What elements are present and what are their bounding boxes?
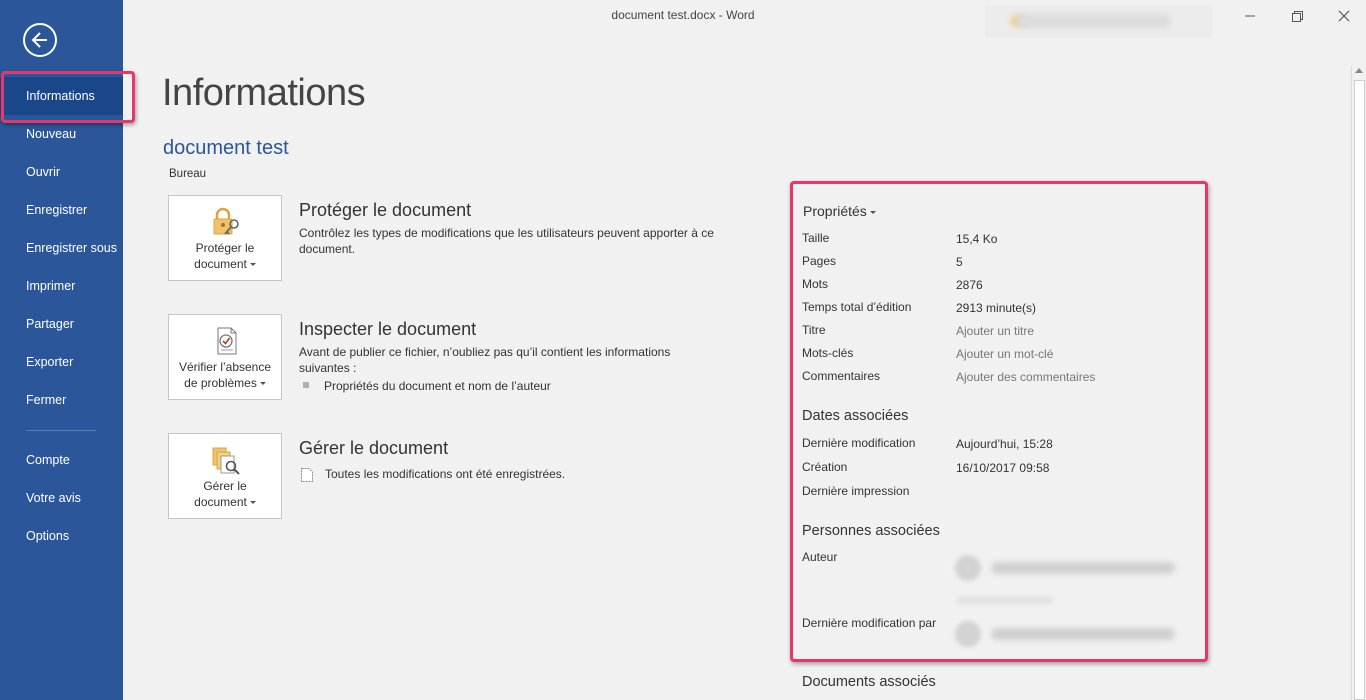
chevron-down-icon <box>249 263 256 267</box>
document-name: document test <box>163 137 289 159</box>
document-location[interactable]: Bureau <box>169 168 206 180</box>
page-title: Informations <box>162 72 366 114</box>
prop-value-pages: 5 <box>956 255 963 269</box>
prop-label-author: Auteur <box>802 550 838 564</box>
lock-key-icon <box>213 207 239 235</box>
properties-header: Propriétés <box>803 203 867 219</box>
saved-document-icon <box>301 468 313 482</box>
restore-button[interactable] <box>1287 6 1307 26</box>
author-person[interactable] <box>955 554 1177 582</box>
avatar <box>955 555 981 581</box>
keywords-field[interactable]: Ajouter un mot-clé <box>956 347 1053 361</box>
prop-label-last-modified: Dernière modification <box>802 436 916 450</box>
prop-label-words: Mots <box>802 277 829 291</box>
manage-button-label-2: document <box>194 495 247 509</box>
nav-imprimer[interactable]: Imprimer <box>0 267 123 305</box>
prop-value-edit-time: 2913 minute(s) <box>956 301 1037 315</box>
add-author-link-blurred[interactable] <box>957 596 1053 605</box>
prop-label-pages: Pages <box>802 254 837 268</box>
protect-button-label-line2: document <box>169 256 281 272</box>
check-issues-label-line2: de problèmes <box>169 375 281 391</box>
comments-field[interactable]: Ajouter des commentaires <box>956 370 1095 384</box>
nav-compte[interactable]: Compte <box>0 441 123 479</box>
manage-button-label-1: Gérer le <box>203 479 247 493</box>
scroll-thumb[interactable] <box>1354 80 1365 700</box>
inspect-description: Avant de publier ce fichier, n’oubliez p… <box>299 345 671 375</box>
prop-label-last-modified-by: Dernière modification par <box>802 616 937 630</box>
back-arrow-icon <box>31 32 47 48</box>
prop-label-last-printed: Dernière impression <box>802 484 910 498</box>
account-name-blurred <box>1015 14 1171 28</box>
check-issues-label-2: de problèmes <box>184 376 257 390</box>
protect-document-button[interactable]: Protéger le document <box>168 195 282 281</box>
scroll-up-arrow-icon[interactable] <box>1355 68 1363 73</box>
minimize-icon <box>1245 15 1255 17</box>
prop-label-keywords: Mots-clés <box>802 346 854 360</box>
author-name-blurred <box>991 562 1175 574</box>
close-button[interactable] <box>1334 6 1354 26</box>
nav-votre-avis[interactable]: Votre avis <box>0 479 123 517</box>
dates-group-title: Dates associées <box>802 408 909 424</box>
manage-status: Toutes les modifications ont été enregis… <box>325 467 566 481</box>
prop-label-comments: Commentaires <box>802 369 881 383</box>
nav-ouvrir[interactable]: Ouvrir <box>0 153 123 191</box>
account-area[interactable] <box>985 5 1213 38</box>
manage-button-label-line2: document <box>169 494 281 510</box>
back-button[interactable] <box>23 23 57 57</box>
manage-document-button[interactable]: Gérer le document <box>168 433 282 519</box>
modifier-name-blurred <box>991 628 1175 640</box>
prop-value-words: 2876 <box>956 278 983 292</box>
nav-exporter[interactable]: Exporter <box>0 343 123 381</box>
last-modified-by-person[interactable] <box>955 620 1177 648</box>
related-docs-title: Documents associés <box>802 674 936 690</box>
avatar <box>955 621 981 647</box>
restore-icon <box>1292 11 1303 22</box>
highlight-informations <box>1 71 135 123</box>
prop-label-created: Création <box>802 460 848 474</box>
manage-title: Gérer le document <box>299 438 449 458</box>
prop-value-size: 15,4 Ko <box>956 232 998 246</box>
check-issues-button[interactable]: Vérifier l’absence de problèmes <box>168 314 282 400</box>
chevron-down-icon <box>869 210 876 214</box>
protect-button-label-1: Protéger le <box>195 241 255 255</box>
close-icon <box>1338 10 1350 22</box>
title-field[interactable]: Ajouter un titre <box>956 324 1034 338</box>
minimize-button[interactable] <box>1240 6 1260 26</box>
manage-documents-icon <box>212 447 240 475</box>
prop-value-created: 16/10/2017 09:58 <box>956 461 1050 475</box>
protect-description: Contrôlez les types de modifications que… <box>299 226 714 256</box>
bullet-icon <box>303 382 309 388</box>
chevron-down-icon <box>259 382 266 386</box>
people-group-title: Personnes associées <box>802 523 940 539</box>
prop-value-last-modified: Aujourd’hui, 15:28 <box>956 437 1053 451</box>
prop-label-edit-time: Temps total d’édition <box>802 300 912 314</box>
vertical-scrollbar[interactable] <box>1351 66 1366 700</box>
inspect-document-icon <box>217 327 237 355</box>
properties-dropdown[interactable]: Propriétés <box>803 203 876 219</box>
protect-title: Protéger le document <box>299 200 472 220</box>
nav-options[interactable]: Options <box>0 517 123 555</box>
nav-partager[interactable]: Partager <box>0 305 123 343</box>
chevron-down-icon <box>249 501 256 505</box>
check-issues-label-1: Vérifier l’absence <box>178 360 272 374</box>
inspect-bullet: Propriétés du document et nom de l’auteu… <box>324 379 551 393</box>
prop-label-title: Titre <box>802 323 826 337</box>
nav-enregistrer-sous[interactable]: Enregistrer sous <box>0 229 123 267</box>
prop-label-size: Taille <box>802 231 830 245</box>
protect-button-label-2: document <box>194 257 247 271</box>
inspect-title: Inspecter le document <box>299 319 477 339</box>
nav-fermer[interactable]: Fermer <box>0 381 123 419</box>
nav-enregistrer[interactable]: Enregistrer <box>0 191 123 229</box>
nav-divider <box>26 430 96 431</box>
